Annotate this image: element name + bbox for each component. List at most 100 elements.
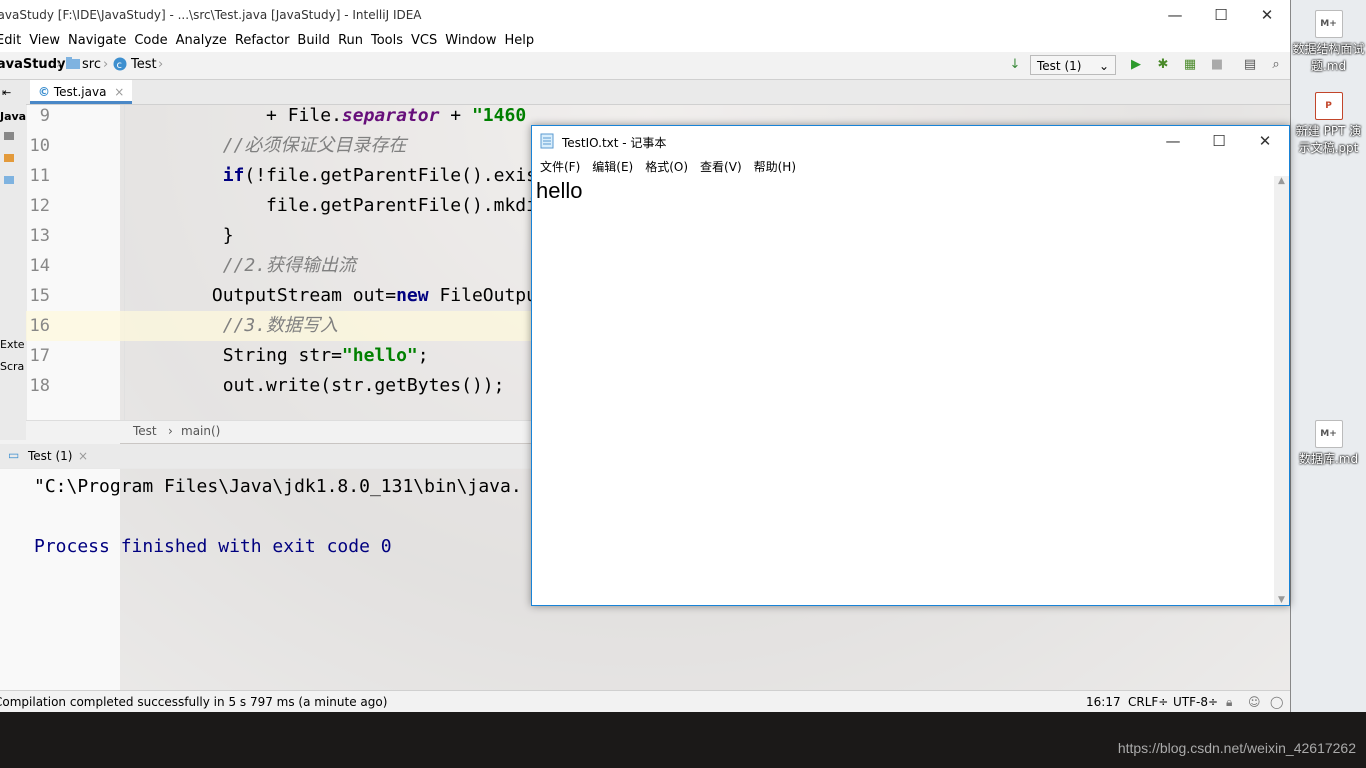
- menu-navigate[interactable]: Navigate: [64, 30, 130, 51]
- code-text: OutputStream out=new FileOutputSt: [136, 281, 570, 311]
- console-exit-line: Process finished with exit code 0: [34, 536, 392, 557]
- code-token: file.getParentFile().mkdirs(: [136, 195, 570, 216]
- scroll-down-icon[interactable]: ▼: [1274, 595, 1289, 605]
- code-text: //2.获得输出流: [136, 251, 356, 281]
- code-token: "1460: [471, 105, 527, 126]
- code-token: ;: [417, 345, 429, 366]
- line-number: 13: [29, 226, 50, 246]
- chevron-right-icon: ›: [158, 57, 164, 72]
- code-text: if(!file.getParentFile().exists(: [136, 161, 570, 191]
- powerpoint-file-icon: P: [1314, 92, 1343, 120]
- event-log-icon[interactable]: ◯: [1270, 691, 1283, 712]
- menu-view[interactable]: 查看(V): [694, 156, 748, 177]
- menu-build[interactable]: Build: [293, 30, 334, 51]
- code-token: new: [396, 285, 429, 306]
- code-token: + File.: [136, 105, 342, 126]
- code-token: //2.获得输出流: [136, 255, 357, 276]
- menu-vcs[interactable]: VCS: [407, 30, 441, 51]
- sort-icon[interactable]: ↓: [1006, 56, 1024, 74]
- minimize-icon[interactable]: —: [1150, 126, 1196, 156]
- menu-help[interactable]: 帮助(H): [748, 156, 802, 177]
- desktop-icon-md-1[interactable]: M+ 数据结构面试题.md: [1291, 10, 1366, 74]
- menu-tools[interactable]: Tools: [367, 30, 407, 51]
- scratches-label[interactable]: Scra: [0, 360, 24, 373]
- chevron-right-icon: ›: [103, 57, 109, 72]
- debug-icon[interactable]: ✱: [1154, 56, 1172, 74]
- ide-menubar: EditViewNavigateCodeAnalyzeRefactorBuild…: [0, 30, 1290, 52]
- menu-format[interactable]: 格式(O): [639, 156, 694, 177]
- run-configuration-select[interactable]: Test (1) ⌄: [1030, 55, 1116, 75]
- line-number: 12: [29, 196, 50, 216]
- menu-window[interactable]: Window: [441, 30, 500, 51]
- external-libraries-label[interactable]: Exte: [0, 338, 25, 351]
- status-bar: Compilation completed successfully in 5 …: [0, 690, 1290, 712]
- vertical-scrollbar[interactable]: ▲ ▼: [1274, 176, 1289, 605]
- notepad-menubar: 文件(F) 编辑(E) 格式(O) 查看(V) 帮助(H): [532, 156, 1289, 176]
- ide-titlebar[interactable]: JavaStudy [F:\IDE\JavaStudy] - ...\src\T…: [0, 0, 1290, 30]
- code-token: OutputStream out=: [136, 285, 397, 306]
- project-root-label: Java: [0, 110, 27, 123]
- close-icon[interactable]: ✕: [1242, 126, 1288, 156]
- folder-icon: [4, 176, 14, 184]
- scroll-up-icon[interactable]: ▲: [1274, 176, 1289, 186]
- run-tab-label[interactable]: Test (1): [28, 449, 72, 463]
- crumb-class[interactable]: Test: [133, 424, 157, 438]
- project-structure-icon[interactable]: ▤: [1241, 56, 1259, 74]
- folder-icon: [4, 154, 14, 162]
- close-tab-icon[interactable]: ×: [78, 449, 88, 463]
- line-number: 9: [39, 106, 50, 126]
- coverage-icon[interactable]: ▦: [1181, 56, 1199, 74]
- code-text: file.getParentFile().mkdirs(: [136, 191, 569, 221]
- cursor-position[interactable]: 16:17: [1086, 691, 1121, 712]
- line-number: 18: [29, 376, 50, 396]
- desktop-icon-md-2[interactable]: M+ 数据库.md: [1291, 420, 1366, 467]
- code-token: (!file.getParentFile().exists(: [244, 165, 570, 186]
- maximize-icon[interactable]: ☐: [1198, 0, 1244, 30]
- console-command-line: "C:\Program Files\Java\jdk1.8.0_131\bin\…: [34, 476, 522, 497]
- maximize-icon[interactable]: ☐: [1196, 126, 1242, 156]
- breadcrumb-src[interactable]: src: [82, 57, 101, 72]
- chevron-down-icon: ⌄: [1098, 59, 1109, 73]
- menu-file[interactable]: 文件(F): [534, 156, 586, 177]
- close-icon[interactable]: ✕: [1244, 0, 1290, 30]
- lock-icon[interactable]: 🔒︎: [1226, 691, 1232, 712]
- stop-icon[interactable]: ■: [1208, 56, 1226, 74]
- menu-edit[interactable]: 编辑(E): [586, 156, 639, 177]
- menu-analyze[interactable]: Analyze: [172, 30, 231, 51]
- tab-label: Test.java: [53, 85, 107, 99]
- markdown-file-icon: M+: [1314, 10, 1343, 38]
- crumb-method[interactable]: main(): [181, 424, 220, 438]
- file-encoding[interactable]: UTF-8÷: [1173, 691, 1218, 712]
- search-icon[interactable]: ⌕: [1267, 56, 1285, 74]
- chevron-right-icon: ›: [168, 424, 173, 438]
- breadcrumb-test[interactable]: Test: [131, 57, 157, 72]
- chevron-right-icon: ›: [56, 57, 62, 72]
- notepad-window: TestIO.txt - 记事本 — ☐ ✕ 文件(F) 编辑(E) 格式(O) 查看…: [531, 125, 1290, 606]
- folder-icon: [4, 132, 14, 140]
- menu-view[interactable]: View: [25, 30, 64, 51]
- menu-run[interactable]: Run: [334, 30, 367, 51]
- desktop-icon-ppt[interactable]: P 新建 PPT 演示文稿.ppt: [1291, 92, 1366, 156]
- minimize-icon[interactable]: —: [1152, 0, 1198, 30]
- run-icon[interactable]: ▶: [1127, 56, 1145, 74]
- notepad-titlebar[interactable]: TestIO.txt - 记事本 — ☐ ✕: [532, 126, 1289, 156]
- run-config-label: Test (1): [1037, 59, 1082, 73]
- close-tab-icon[interactable]: ×: [114, 85, 124, 99]
- line-separator[interactable]: CRLF÷: [1128, 691, 1168, 712]
- class-icon: ©: [38, 85, 50, 99]
- code-text: }: [136, 221, 234, 251]
- menu-edit[interactable]: Edit: [0, 30, 25, 51]
- panel-toggle-icon[interactable]: ⇤: [2, 86, 11, 99]
- code-token: //必须保证父目录存在: [136, 135, 407, 156]
- inspector-icon[interactable]: ☺: [1248, 691, 1261, 712]
- menu-code[interactable]: Code: [130, 30, 171, 51]
- tab-test-java[interactable]: © Test.java ×: [30, 80, 133, 104]
- code-token: +: [439, 105, 472, 126]
- menu-help[interactable]: Help: [501, 30, 539, 51]
- code-text: //必须保证父目录存在: [136, 131, 407, 161]
- notepad-text-area[interactable]: hello: [532, 176, 1274, 605]
- menu-refactor[interactable]: Refactor: [231, 30, 294, 51]
- code-token: if: [222, 165, 245, 186]
- editor-tabbar: © Test.java ×: [26, 80, 1290, 105]
